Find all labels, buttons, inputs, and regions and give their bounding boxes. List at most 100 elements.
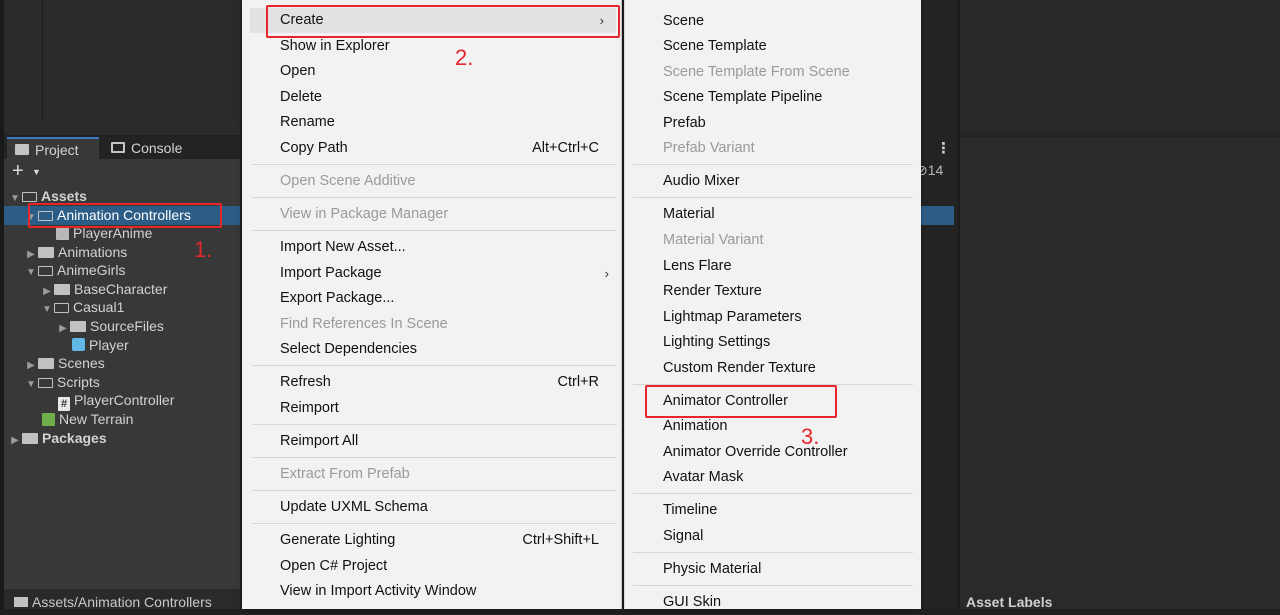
submenu-item-animator-override-controller[interactable]: Animator Override Controller bbox=[625, 440, 921, 465]
menu-item-label: Material bbox=[663, 206, 715, 222]
prefab-cube-icon bbox=[72, 338, 85, 351]
status-path: Assets/Animation Controllers bbox=[32, 594, 212, 609]
menu-item-export-package[interactable]: Export Package... bbox=[242, 286, 621, 311]
folder-open-icon bbox=[54, 303, 69, 313]
expand-arrow-icon[interactable]: ▼ bbox=[24, 375, 38, 394]
chevron-down-icon[interactable]: ▼ bbox=[32, 159, 41, 185]
tree-item-sourcefiles[interactable]: ▶ SourceFiles bbox=[56, 317, 164, 336]
tree-item-playercontroller[interactable]: # PlayerController bbox=[58, 391, 174, 411]
menu-item-label: Scene bbox=[663, 13, 705, 29]
expand-arrow-icon[interactable]: ▶ bbox=[56, 319, 70, 338]
tab-console[interactable]: Console bbox=[103, 137, 238, 159]
submenu-item-audio-mixer[interactable]: Audio Mixer bbox=[625, 169, 921, 194]
menu-item-reimport[interactable]: Reimport bbox=[242, 396, 621, 421]
tree-item-label: Packages bbox=[42, 430, 107, 446]
menu-separator bbox=[252, 365, 617, 366]
submenu-item-prefab[interactable]: Prefab bbox=[625, 111, 921, 136]
menu-item-label: Avatar Mask bbox=[663, 469, 744, 485]
menu-separator bbox=[252, 164, 617, 165]
menu-item-open[interactable]: Open bbox=[242, 59, 621, 84]
menu-separator bbox=[633, 585, 913, 586]
menu-item-copy-path[interactable]: Copy Path Alt+Ctrl+C bbox=[242, 136, 621, 161]
tree-item-player[interactable]: Player bbox=[72, 336, 129, 355]
menu-item-label: Custom Render Texture bbox=[663, 360, 816, 376]
asset-labels-header[interactable]: Asset Labels bbox=[966, 590, 1052, 614]
submenu-item-material[interactable]: Material bbox=[625, 202, 921, 227]
menu-item-label: Reimport bbox=[280, 400, 339, 416]
menu-item-label: Physic Material bbox=[663, 561, 762, 577]
menu-item-label: Rename bbox=[280, 114, 335, 130]
tree-item-label: AnimeGirls bbox=[57, 262, 126, 278]
tree-item-label: Assets bbox=[41, 188, 87, 204]
tree-item-new-terrain[interactable]: New Terrain bbox=[42, 410, 133, 429]
submenu-item-custom-render-texture[interactable]: Custom Render Texture bbox=[625, 356, 921, 381]
shortcut-label: Alt+Ctrl+C bbox=[532, 140, 599, 156]
submenu-item-scene-template-pipeline[interactable]: Scene Template Pipeline bbox=[625, 85, 921, 110]
tree-item-label: Animations bbox=[58, 244, 128, 260]
tree-item-packages[interactable]: ▶ Packages bbox=[8, 429, 107, 450]
submenu-item-lightmap-parameters[interactable]: Lightmap Parameters bbox=[625, 305, 921, 330]
plus-icon[interactable]: + bbox=[12, 159, 24, 183]
tree-item-casual1[interactable]: ▼ Casual1 bbox=[40, 298, 124, 317]
expand-arrow-icon[interactable]: ▼ bbox=[40, 300, 54, 319]
submenu-item-render-texture[interactable]: Render Texture bbox=[625, 279, 921, 304]
folder-icon bbox=[15, 144, 29, 155]
menu-item-reimport-all[interactable]: Reimport All bbox=[242, 429, 621, 454]
submenu-item-lighting-settings[interactable]: Lighting Settings bbox=[625, 330, 921, 355]
tab-project[interactable]: Project bbox=[7, 137, 99, 159]
chevron-right-icon: › bbox=[604, 266, 609, 281]
menu-item-label: Copy Path bbox=[280, 140, 348, 156]
menu-item-import-package[interactable]: Import Package › bbox=[242, 261, 621, 286]
animator-controller-icon bbox=[56, 227, 69, 240]
folder-icon bbox=[38, 358, 54, 369]
annotation-step-2: 2. bbox=[455, 45, 474, 70]
submenu-item-physic-material[interactable]: Physic Material bbox=[625, 557, 921, 582]
csharp-script-icon: # bbox=[58, 397, 70, 411]
tree-item-animegirls[interactable]: ▼ AnimeGirls bbox=[24, 261, 125, 280]
menu-item-find-references-in-scene: Find References In Scene bbox=[242, 312, 621, 337]
tree-item-scenes[interactable]: ▶ Scenes bbox=[24, 354, 105, 373]
submenu-item-timeline[interactable]: Timeline bbox=[625, 498, 921, 523]
menu-item-label: Audio Mixer bbox=[663, 173, 740, 189]
submenu-item-scene[interactable]: Scene bbox=[625, 9, 921, 34]
more-options-icon[interactable]: ⋮ bbox=[936, 139, 951, 157]
expand-arrow-icon[interactable]: ▼ bbox=[24, 263, 38, 282]
tab-project-label: Project bbox=[35, 142, 79, 158]
annotation-step-3: 3. bbox=[801, 424, 820, 449]
expand-arrow-icon[interactable]: ▼ bbox=[8, 189, 22, 208]
tree-item-animations[interactable]: ▶ Animations bbox=[24, 243, 127, 262]
selected-row-highlight-right bbox=[920, 206, 954, 225]
menu-item-open-csharp-project[interactable]: Open C# Project bbox=[242, 554, 621, 579]
menu-item-delete[interactable]: Delete bbox=[242, 85, 621, 110]
expand-arrow-icon[interactable]: ▶ bbox=[8, 431, 22, 450]
scene-view-inner bbox=[42, 0, 241, 120]
menu-item-import-new-asset[interactable]: Import New Asset... bbox=[242, 235, 621, 260]
menu-item-label: Import Package bbox=[280, 265, 382, 281]
menu-item-rename[interactable]: Rename bbox=[242, 110, 621, 135]
submenu-item-signal[interactable]: Signal bbox=[625, 524, 921, 549]
menu-item-label: Scene Template From Scene bbox=[663, 64, 850, 80]
menu-item-label: Update UXML Schema bbox=[280, 499, 428, 515]
console-icon bbox=[111, 142, 125, 153]
menu-item-label: Scene Template bbox=[663, 38, 767, 54]
tree-item-basecharacter[interactable]: ▶ BaseCharacter bbox=[40, 280, 167, 299]
submenu-item-scene-template[interactable]: Scene Template bbox=[625, 34, 921, 59]
inspector-top bbox=[958, 0, 1280, 135]
tree-item-label: Casual1 bbox=[73, 299, 125, 315]
menu-item-label: Material Variant bbox=[663, 232, 764, 248]
tree-item-scripts[interactable]: ▼ Scripts bbox=[24, 373, 100, 392]
menu-item-update-uxml-schema[interactable]: Update UXML Schema bbox=[242, 495, 621, 520]
menu-item-label: Refresh bbox=[280, 374, 331, 390]
annotation-box-3 bbox=[645, 385, 837, 418]
menu-item-refresh[interactable]: Refresh Ctrl+R bbox=[242, 370, 621, 395]
tree-item-label: BaseCharacter bbox=[74, 281, 168, 297]
folder-icon bbox=[38, 247, 54, 258]
submenu-item-gui-skin[interactable]: GUI Skin bbox=[625, 590, 921, 615]
inspector-panel bbox=[958, 137, 1280, 609]
menu-item-select-dependencies[interactable]: Select Dependencies bbox=[242, 337, 621, 362]
menu-item-generate-lighting[interactable]: Generate Lighting Ctrl+Shift+L bbox=[242, 528, 621, 553]
menu-item-view-in-import-activity-window[interactable]: View in Import Activity Window bbox=[242, 579, 621, 604]
submenu-item-avatar-mask[interactable]: Avatar Mask bbox=[625, 465, 921, 490]
submenu-item-lens-flare[interactable]: Lens Flare bbox=[625, 254, 921, 279]
folder-open-icon bbox=[38, 266, 53, 276]
